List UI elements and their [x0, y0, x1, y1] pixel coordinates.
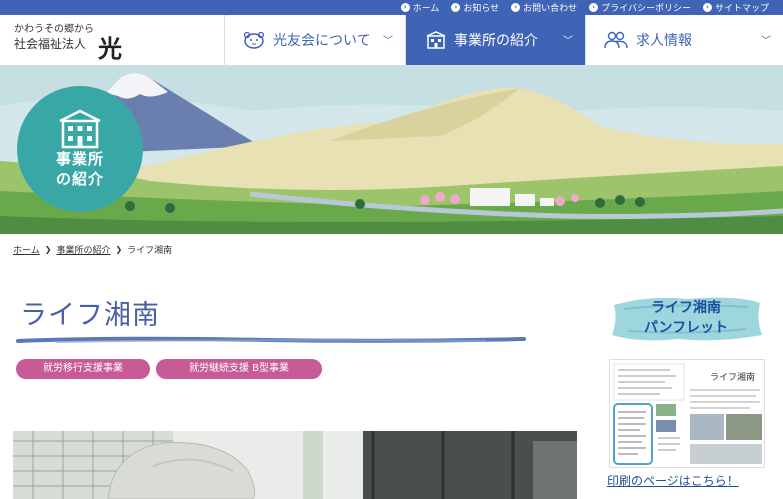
top-link-home[interactable]: › ホーム: [400, 1, 439, 14]
tag-continuation-support[interactable]: 就労継続支援 B型事業: [156, 359, 322, 379]
nav-facilities-label: 事業所の紹介: [454, 33, 538, 49]
breadcrumb-current: ライフ湘南: [127, 246, 173, 256]
nav-about-label: 光友会について: [273, 33, 371, 49]
nav-recruit[interactable]: 求人情報 ﹀: [585, 15, 783, 65]
building-icon: [426, 31, 446, 49]
chevron-right-icon: ›: [589, 3, 599, 12]
print-page-link[interactable]: 印刷のページはこちら！: [607, 472, 739, 489]
chevron-right-icon: ❯: [115, 245, 123, 254]
top-link-news[interactable]: › お知らせ: [451, 1, 499, 14]
chevron-right-icon: ›: [451, 3, 461, 12]
breadcrumb-home[interactable]: ホーム: [13, 243, 40, 256]
site-header: かわうその郷から 社会福祉法人 光友会 光友会について ﹀ 事業所の紹介 ﹀: [0, 15, 783, 133]
people-icon: [604, 31, 628, 49]
nav-facilities[interactable]: 事業所の紹介 ﹀: [405, 15, 585, 65]
chevron-down-icon: ﹀: [383, 36, 393, 47]
chevron-right-icon: ›: [702, 3, 712, 12]
site-logo[interactable]: かわうその郷から 社会福祉法人 光友会: [14, 23, 122, 133]
nav-about[interactable]: 光友会について ﹀: [224, 15, 405, 65]
main-nav: 光友会について ﹀ 事業所の紹介 ﹀ 求人情報 ﹀: [224, 15, 783, 65]
top-link-privacy[interactable]: › プライバシーポリシー: [589, 1, 691, 14]
service-tags: 就労移行支援事業 就労継続支援 B型事業: [16, 359, 322, 379]
brush-underline: [16, 336, 526, 343]
utility-bar: › ホーム › お知らせ › お問い合わせ › プライバシーポリシー › サイトマップ: [0, 0, 783, 15]
chevron-down-icon: ﹀: [761, 36, 771, 47]
pamphlet-preview: ライフ湘南: [610, 360, 764, 467]
nav-recruit-label: 求人情報: [636, 33, 692, 49]
tag-transition-support[interactable]: 就労移行支援事業: [16, 359, 150, 379]
section-badge: 事業所 の紹介: [17, 86, 143, 212]
pamphlet-heading: ライフ湘南 パンフレット: [608, 293, 764, 345]
face-icon: [243, 31, 265, 49]
pamphlet-preview-heading: ライフ湘南: [710, 371, 755, 383]
chevron-right-icon: ❯: [44, 245, 52, 254]
chevron-right-icon: ›: [400, 3, 410, 12]
building-icon: [59, 109, 101, 149]
breadcrumb-facilities[interactable]: 事業所の紹介: [56, 243, 110, 256]
chevron-down-icon: ﹀: [563, 36, 573, 47]
facility-photo: [13, 431, 577, 499]
pamphlet-thumbnail[interactable]: ライフ湘南: [609, 359, 765, 468]
chevron-right-icon: ›: [511, 3, 521, 12]
badge-line1: 事業所: [55, 150, 104, 168]
pamphlet-title: ライフ湘南 パンフレット: [643, 300, 729, 336]
page-title: ライフ湘南: [20, 300, 160, 331]
top-link-sitemap[interactable]: › サイトマップ: [702, 1, 769, 14]
badge-line2: の紹介: [55, 170, 104, 188]
top-link-contact[interactable]: › お問い合わせ: [511, 1, 577, 14]
breadcrumb: ホーム ❯ 事業所の紹介 ❯ ライフ湘南: [13, 243, 172, 256]
